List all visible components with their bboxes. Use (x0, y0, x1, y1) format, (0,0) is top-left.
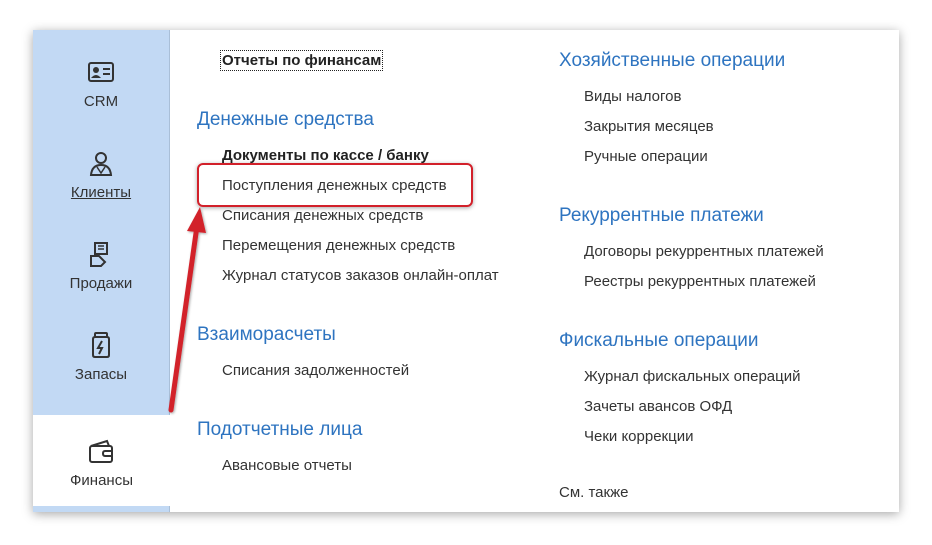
menu-link-cash-transfers[interactable]: Перемещения денежных средств (222, 237, 455, 254)
section-heading-recurring-payments: Рекуррентные платежи (559, 205, 764, 226)
menu-link-ofd-advance-offsets[interactable]: Зачеты авансов ОФД (584, 398, 732, 415)
see-also-link[interactable]: См. также (559, 484, 628, 501)
menu-link-online-payment-log[interactable]: Журнал статусов заказов онлайн-оплат (222, 267, 499, 284)
id-card-icon (88, 62, 114, 82)
menu-link-cash-bank-docs[interactable]: Документы по кассе / банку (222, 147, 429, 164)
section-heading-settlements: Взаиморасчеты (197, 324, 336, 345)
sidebar-item-crm[interactable]: CRM (33, 36, 169, 127)
menu-link-correction-receipts[interactable]: Чеки коррекции (584, 428, 693, 445)
menu-link-tax-types[interactable]: Виды налогов (584, 88, 681, 105)
sidebar-item-sales[interactable]: Продажи (33, 218, 169, 309)
jar-icon (92, 332, 110, 358)
sidebar: CRM Клиенты Продажи Запасы Финансы (33, 30, 170, 512)
sidebar-item-finance[interactable]: Финансы (33, 415, 170, 506)
section-heading-cash: Денежные средства (197, 109, 374, 130)
section-heading-accountable-persons: Подотчетные лица (197, 419, 363, 440)
sales-icon (90, 242, 108, 267)
sidebar-item-label: Финансы (70, 472, 133, 489)
wallet-icon (89, 439, 113, 463)
menu-link-manual-ops[interactable]: Ручные операции (584, 148, 708, 165)
person-icon (89, 152, 113, 176)
menu-link-debt-writeoffs[interactable]: Списания задолженностей (222, 362, 409, 379)
sidebar-item-stock[interactable]: Запасы (33, 309, 169, 400)
sidebar-item-clients[interactable]: Клиенты (33, 127, 169, 218)
finance-reports-link[interactable]: Отчеты по финансам (219, 50, 384, 71)
menu-link-month-closing[interactable]: Закрытия месяцев (584, 118, 714, 135)
sidebar-item-label: Запасы (74, 366, 128, 383)
section-heading-fiscal-ops: Фискальные операции (559, 330, 759, 351)
menu-link-fiscal-log[interactable]: Журнал фискальных операций (584, 368, 801, 385)
menu-link-cash-receipts[interactable]: Поступления денежных средств (222, 177, 451, 194)
sidebar-item-label: CRM (83, 93, 119, 110)
sidebar-item-label: Клиенты (70, 184, 132, 201)
menu-link-recurring-registers[interactable]: Реестры рекуррентных платежей (584, 273, 816, 290)
section-heading-business-ops: Хозяйственные операции (559, 50, 786, 71)
menu-link-recurring-contracts[interactable]: Договоры рекуррентных платежей (584, 243, 824, 260)
menu-link-cash-writeoffs[interactable]: Списания денежных средств (222, 207, 423, 224)
menu-link-advance-reports[interactable]: Авансовые отчеты (222, 457, 352, 474)
sidebar-item-label: Продажи (69, 275, 133, 292)
